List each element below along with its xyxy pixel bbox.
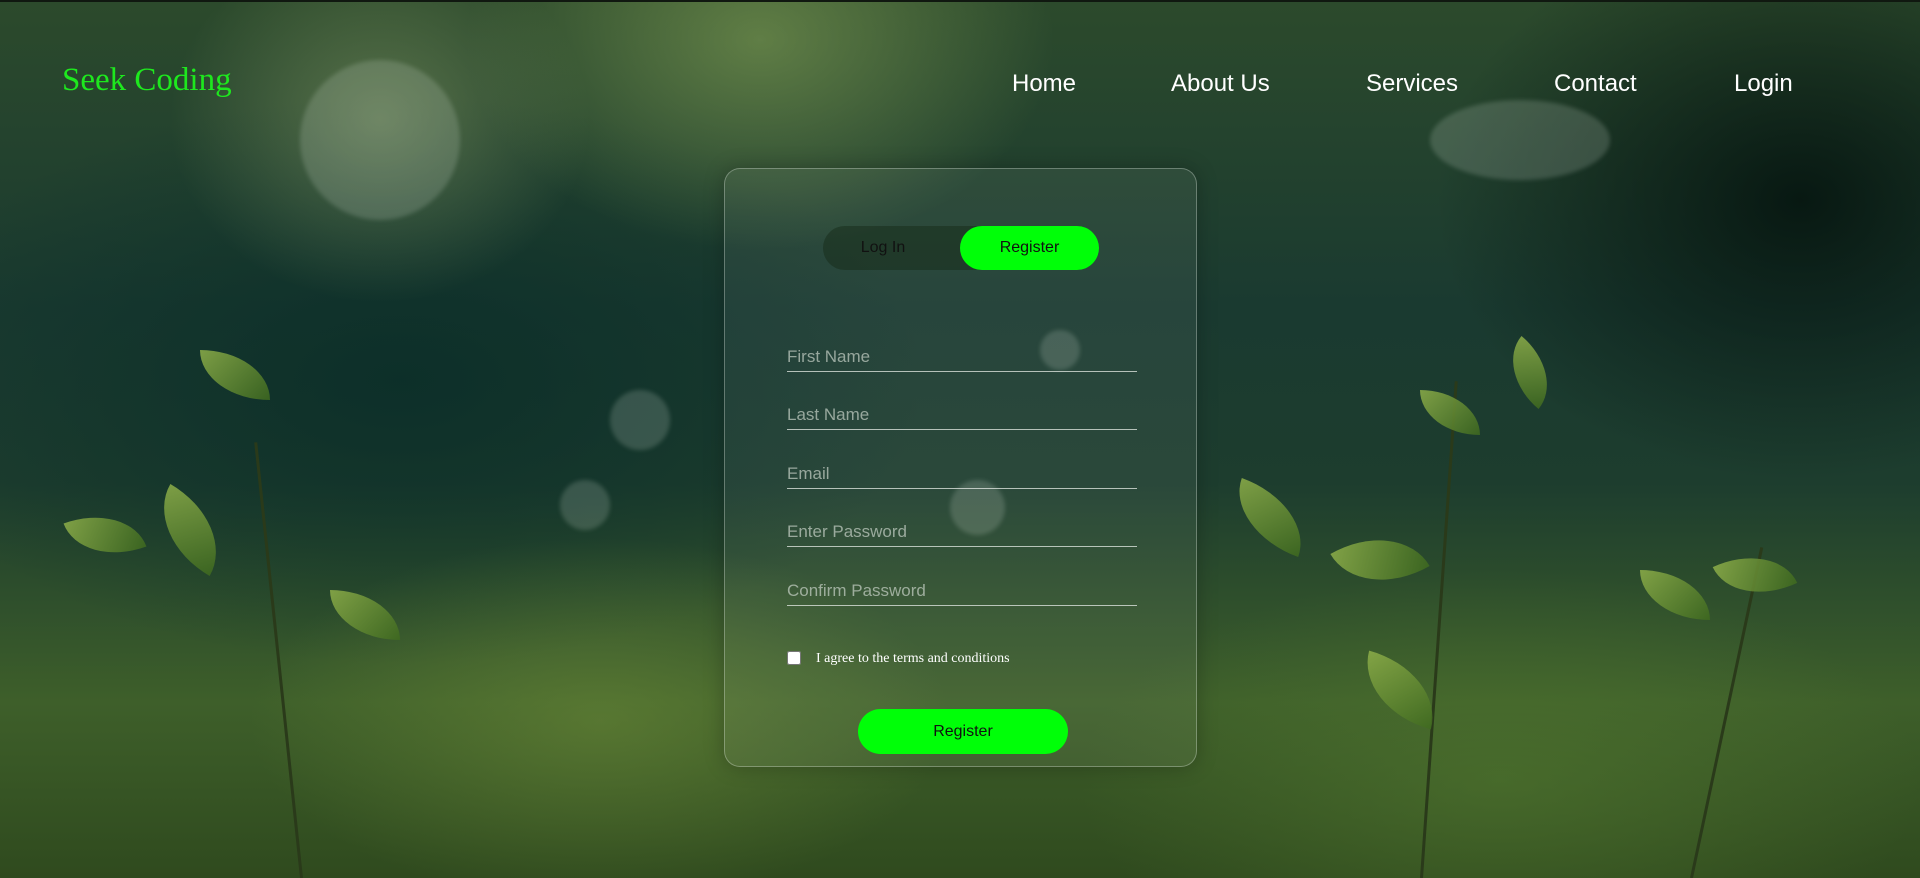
main-nav: Home About Us Services Contact Login [0, 70, 1920, 100]
first-name-input[interactable] [787, 332, 1137, 372]
leaf [1712, 537, 1798, 613]
leaf [1420, 390, 1480, 435]
leaf [140, 484, 240, 576]
last-name-input[interactable] [787, 390, 1137, 430]
nav-services[interactable]: Services [1366, 70, 1458, 98]
terms-label: I agree to the terms and conditions [816, 651, 1010, 666]
leaf [1492, 335, 1568, 410]
password-input[interactable] [787, 507, 1137, 547]
plant-stem [254, 442, 303, 878]
nav-login[interactable]: Login [1734, 70, 1793, 98]
leaf [1330, 514, 1430, 606]
leaf [330, 590, 400, 640]
tab-log-in[interactable]: Log In [823, 226, 943, 270]
email-input[interactable] [787, 449, 1137, 489]
register-button[interactable]: Register [858, 709, 1068, 754]
leaf [1223, 477, 1317, 558]
leaf [1640, 570, 1710, 620]
top-border [0, 0, 1920, 2]
tab-register[interactable]: Register [960, 226, 1099, 270]
register-card: Log In Register I agree to the terms and… [724, 168, 1197, 767]
nav-home[interactable]: Home [1012, 70, 1076, 98]
nav-contact[interactable]: Contact [1554, 70, 1637, 98]
leaf [63, 499, 147, 571]
bokeh-light [610, 390, 670, 450]
nav-about-us[interactable]: About Us [1171, 70, 1270, 98]
bokeh-light [560, 480, 610, 530]
confirm-password-input[interactable] [787, 566, 1137, 606]
plant-stem [1420, 381, 1458, 878]
bokeh-light [1430, 100, 1610, 180]
form-toggle: Log In Register [823, 226, 1099, 270]
terms-checkbox[interactable] [787, 651, 801, 665]
leaf [200, 350, 270, 400]
